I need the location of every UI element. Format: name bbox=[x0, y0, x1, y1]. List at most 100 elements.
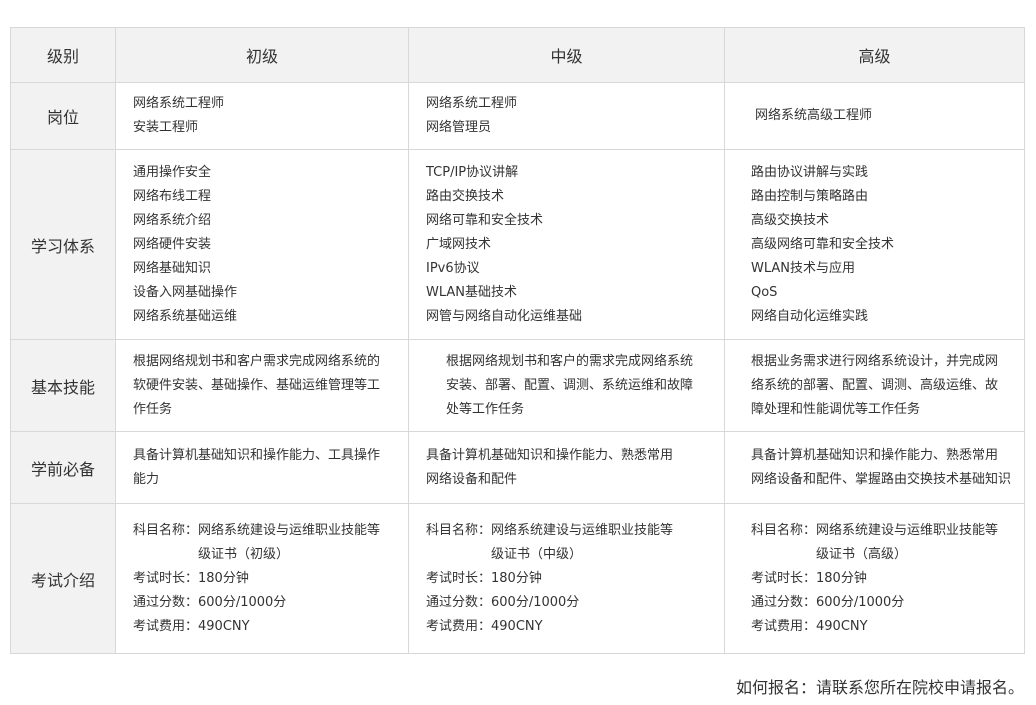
table-header-row: 级别 初级 中级 高级 bbox=[10, 27, 1025, 83]
skills-cell-beginner: 根据网络规划书和客户需求完成网络系统的 软硬件安装、基础操作、基础运维管理等工 … bbox=[115, 339, 409, 432]
exam-fee-row: 考试费用： 490CNY bbox=[751, 615, 1016, 639]
table-row-skills: 基本技能 根据网络规划书和客户需求完成网络系统的 软硬件安装、基础操作、基础运维… bbox=[10, 339, 1025, 432]
text-line: 具备计算机基础知识和操作能力、熟悉常用 bbox=[751, 447, 999, 463]
curriculum-cell-beginner: 通用操作安全 网络布线工程 网络系统介绍 网络硬件安装 网络基础知识 设备入网基… bbox=[115, 149, 409, 340]
exam-pass-label: 通过分数： bbox=[751, 594, 817, 610]
row-label-exam: 考试介绍 bbox=[10, 503, 116, 654]
list-item: WLAN基础技术 bbox=[426, 284, 518, 300]
text-line: 具备计算机基础知识和操作能力、熟悉常用 bbox=[426, 447, 674, 463]
exam-subject-value-cont: 级证书（初级） bbox=[198, 546, 290, 562]
exam-pass-row: 通过分数： 600分/1000分 bbox=[133, 591, 400, 615]
exam-duration-label: 考试时长： bbox=[133, 570, 199, 586]
exam-pass-value: 600分/1000分 bbox=[198, 594, 287, 610]
prerequisites-cell-advanced: 具备计算机基础知识和操作能力、熟悉常用 网络设备和配件、掌握路由交换技术基础知识 bbox=[724, 431, 1025, 504]
list-item: 网络系统介绍 bbox=[133, 212, 212, 228]
exam-pass-label: 通过分数： bbox=[426, 594, 492, 610]
skills-cell-intermediate: 根据网络规划书和客户的需求完成网络系统 安装、部署、配置、调测、系统运维和故障 … bbox=[408, 339, 725, 432]
exam-subject-label: 科目名称： bbox=[133, 522, 199, 538]
list-item: 网络管理员 bbox=[426, 120, 492, 135]
exam-subject-row: 科目名称： 网络系统建设与运维职业技能等 bbox=[751, 519, 1016, 543]
text-line: 作任务 bbox=[133, 401, 173, 417]
skills-cell-advanced: 根据业务需求进行网络系统设计，并完成网 络系统的部署、配置、调测、高级运维、故 … bbox=[724, 339, 1025, 432]
list-item: 网络硬件安装 bbox=[133, 236, 212, 252]
text-line: 根据业务需求进行网络系统设计，并完成网 bbox=[751, 353, 999, 369]
list-item: 安装工程师 bbox=[133, 120, 199, 135]
text-line: 障处理和性能调优等工作任务 bbox=[751, 401, 921, 417]
list-item: QoS bbox=[751, 284, 778, 300]
exam-duration-value: 180分钟 bbox=[816, 570, 867, 586]
text-line: 具备计算机基础知识和操作能力、工具操作 bbox=[133, 447, 381, 463]
exam-duration-row: 考试时长： 180分钟 bbox=[751, 567, 1016, 591]
list-item: WLAN技术与应用 bbox=[751, 260, 856, 276]
text-line: 软硬件安装、基础操作、基础运维管理等工 bbox=[133, 377, 381, 393]
certification-levels-table: 级别 初级 中级 高级 岗位 网络系统工程师 安装工程师 网络系统工程师 网络管… bbox=[10, 27, 1025, 654]
list-item: TCP/IP协议讲解 bbox=[426, 164, 519, 180]
level-header-intermediate: 中级 bbox=[408, 27, 725, 83]
list-item: 网络自动化运维实践 bbox=[751, 308, 869, 324]
curriculum-cell-intermediate: TCP/IP协议讲解 路由交换技术 网络可靠和安全技术 广域网技术 IPv6协议… bbox=[408, 149, 725, 340]
row-label-skills: 基本技能 bbox=[10, 339, 116, 432]
list-item: 高级交换技术 bbox=[751, 212, 830, 228]
exam-fee-value: 490CNY bbox=[198, 618, 250, 634]
exam-pass-value: 600分/1000分 bbox=[491, 594, 580, 610]
registration-note: 如何报名：请联系您所在院校申请报名。 bbox=[735, 678, 1024, 697]
row-label-curriculum: 学习体系 bbox=[10, 149, 116, 340]
exam-fee-row: 考试费用： 490CNY bbox=[426, 615, 716, 639]
table-row-exam: 考试介绍 科目名称： 网络系统建设与运维职业技能等 级证书（初级） 考试时长： … bbox=[10, 503, 1025, 654]
text-line: 网络设备和配件、掌握路由交换技术基础知识 bbox=[751, 471, 1012, 487]
list-item: 网络布线工程 bbox=[133, 188, 212, 204]
exam-subject-row: 科目名称： 网络系统建设与运维职业技能等 bbox=[426, 519, 716, 543]
text-line: 根据网络规划书和客户的需求完成网络系统 bbox=[446, 353, 694, 369]
exam-subject-value-cont: 级证书（中级） bbox=[491, 546, 583, 562]
exam-cell-advanced: 科目名称： 网络系统建设与运维职业技能等 级证书（高级） 考试时长： 180分钟… bbox=[724, 503, 1025, 654]
list-item: 网络系统基础运维 bbox=[133, 308, 238, 324]
list-item: 广域网技术 bbox=[426, 236, 492, 252]
row-label-position: 岗位 bbox=[10, 82, 116, 150]
list-item: 网络可靠和安全技术 bbox=[426, 212, 544, 228]
row-label-prerequisites: 学前必备 bbox=[10, 431, 116, 504]
exam-fee-value: 490CNY bbox=[491, 618, 543, 634]
corner-header: 级别 bbox=[10, 27, 116, 83]
table-row-prerequisites: 学前必备 具备计算机基础知识和操作能力、工具操作 能力 具备计算机基础知识和操作… bbox=[10, 431, 1025, 504]
text-line: 安装、部署、配置、调测、系统运维和故障 bbox=[446, 377, 694, 393]
table-row-position: 岗位 网络系统工程师 安装工程师 网络系统工程师 网络管理员 网络系统高级工程师 bbox=[10, 82, 1025, 150]
exam-fee-label: 考试费用： bbox=[133, 618, 199, 634]
exam-subject-label: 科目名称： bbox=[751, 522, 817, 538]
exam-subject-value: 网络系统建设与运维职业技能等 bbox=[491, 522, 674, 538]
exam-fee-label: 考试费用： bbox=[426, 618, 492, 634]
list-item: 网络系统工程师 bbox=[426, 96, 518, 111]
exam-pass-label: 通过分数： bbox=[133, 594, 199, 610]
exam-fee-label: 考试费用： bbox=[751, 618, 817, 634]
exam-duration-value: 180分钟 bbox=[491, 570, 542, 586]
exam-duration-value: 180分钟 bbox=[198, 570, 249, 586]
exam-duration-label: 考试时长： bbox=[426, 570, 492, 586]
prerequisites-cell-intermediate: 具备计算机基础知识和操作能力、熟悉常用 网络设备和配件 bbox=[408, 431, 725, 504]
text-line: 处等工作任务 bbox=[446, 401, 525, 417]
list-item: 网络系统工程师 bbox=[133, 96, 225, 111]
curriculum-cell-advanced: 路由协议讲解与实践 路由控制与策略路由 高级交换技术 高级网络可靠和安全技术 W… bbox=[724, 149, 1025, 340]
list-item: 网管与网络自动化运维基础 bbox=[426, 308, 583, 324]
exam-duration-label: 考试时长： bbox=[751, 570, 817, 586]
text-line: 网络设备和配件 bbox=[426, 471, 518, 487]
exam-fee-value: 490CNY bbox=[816, 618, 868, 634]
exam-subject-label: 科目名称： bbox=[426, 522, 492, 538]
exam-pass-row: 通过分数： 600分/1000分 bbox=[426, 591, 716, 615]
level-header-advanced: 高级 bbox=[724, 27, 1025, 83]
exam-duration-row: 考试时长： 180分钟 bbox=[133, 567, 400, 591]
position-cell-beginner: 网络系统工程师 安装工程师 bbox=[115, 82, 409, 150]
prerequisites-cell-beginner: 具备计算机基础知识和操作能力、工具操作 能力 bbox=[115, 431, 409, 504]
position-cell-advanced: 网络系统高级工程师 bbox=[724, 82, 1025, 150]
list-item: 网络系统高级工程师 bbox=[755, 108, 873, 123]
exam-subject-value-cont: 级证书（高级） bbox=[816, 546, 908, 562]
exam-cell-intermediate: 科目名称： 网络系统建设与运维职业技能等 级证书（中级） 考试时长： 180分钟… bbox=[408, 503, 725, 654]
list-item: 高级网络可靠和安全技术 bbox=[751, 236, 895, 252]
exam-cell-beginner: 科目名称： 网络系统建设与运维职业技能等 级证书（初级） 考试时长： 180分钟… bbox=[115, 503, 409, 654]
list-item: IPv6协议 bbox=[426, 260, 480, 276]
exam-subject-value: 网络系统建设与运维职业技能等 bbox=[816, 522, 999, 538]
exam-subject-value: 网络系统建设与运维职业技能等 bbox=[198, 522, 381, 538]
exam-duration-row: 考试时长： 180分钟 bbox=[426, 567, 716, 591]
list-item: 设备入网基础操作 bbox=[133, 284, 238, 300]
exam-fee-row: 考试费用： 490CNY bbox=[133, 615, 400, 639]
text-line: 络系统的部署、配置、调测、高级运维、故 bbox=[751, 377, 999, 393]
list-item: 路由交换技术 bbox=[426, 188, 505, 204]
